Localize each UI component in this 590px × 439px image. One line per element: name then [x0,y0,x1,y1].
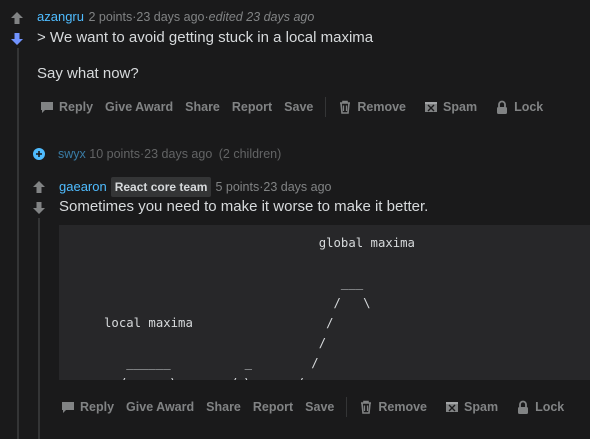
save-button[interactable]: Save [305,400,334,414]
comment-actions: Reply Give Award Share Report Save Remov… [40,97,555,117]
share-label: Share [206,400,241,414]
actions-divider [346,397,348,417]
report-button[interactable]: Report [253,400,293,414]
thread-line-1[interactable] [17,48,19,439]
lock-button[interactable]: Lock [516,400,564,415]
collapsed-author[interactable]: swyx [58,147,86,161]
arrow-down-icon [11,33,23,45]
comment-author[interactable]: gaearon [59,178,107,196]
spam-icon [446,402,459,412]
thread-line-2[interactable] [38,218,40,439]
comment-time[interactable]: 23 days ago [136,10,204,24]
share-label: Share [185,100,220,114]
code-block: global maxima ___ / \ local maxima / / _… [59,225,590,380]
downvote-button[interactable] [9,31,25,47]
upvote-button[interactable] [31,179,47,195]
upvote-button[interactable] [9,10,25,26]
reply-button[interactable]: Reply [61,400,114,414]
trash-icon [361,400,372,414]
arrow-up-icon [11,12,23,24]
comment-actions: Reply Give Award Share Report Save Remov… [61,397,576,417]
comment-body: Say what now? [37,65,139,82]
spam-icon [425,102,438,112]
lock-label: Lock [535,400,565,414]
downvote-button[interactable] [31,200,47,216]
give-award-button[interactable]: Give Award [126,400,194,414]
reply-label: Reply [59,100,94,114]
user-flair: React core team [110,177,212,197]
spam-button[interactable]: Spam [445,400,498,414]
comment-points: 5 points [215,180,260,194]
save-label: Save [284,100,314,114]
reply-label: Reply [80,400,115,414]
comment-header: azangru 2 points·23 days ago·edited 23 d… [37,8,314,26]
remove-button[interactable]: Remove [338,100,406,114]
give-award-button[interactable]: Give Award [105,100,173,114]
reply-icon [62,402,74,413]
lock-icon [518,400,529,414]
report-label: Report [252,400,294,414]
comment-time[interactable]: 23 days ago [263,178,331,196]
trash-icon [340,100,351,114]
comment-header: gaearon React core team 5 points · 23 days… [59,177,332,197]
give-award-label: Give Award [105,100,174,114]
save-button[interactable]: Save [284,100,313,114]
share-button[interactable]: Share [185,100,220,114]
spam-label: Spam [443,100,478,114]
lock-button[interactable]: Lock [495,100,543,115]
arrow-up-icon [33,181,45,193]
spam-button[interactable]: Spam [424,100,477,114]
save-label: Save [305,400,335,414]
ascii-diagram: global maxima ___ / \ local maxima / / _… [104,236,415,380]
give-award-label: Give Award [126,400,195,414]
collapsed-children: (2 children) [218,147,282,161]
remove-label: Remove [357,100,407,114]
comment-quote: > We want to avoid getting stuck in a lo… [37,29,374,46]
reply-button[interactable]: Reply [40,100,93,114]
spam-label: Spam [464,400,499,414]
collapsed-points: 10 points [89,147,140,161]
remove-label: Remove [378,400,428,414]
comment-author[interactable]: azangru [37,9,84,24]
collapsed-time[interactable]: 23 days ago [144,147,212,161]
lock-label: Lock [514,100,544,114]
share-button[interactable]: Share [206,400,241,414]
report-button[interactable]: Report [232,100,272,114]
comment-points: 2 points [88,10,133,24]
expand-button[interactable] [32,147,46,161]
arrow-down-icon [33,202,45,214]
actions-divider [325,97,327,117]
comment-body: Sometimes you need to make it worse to m… [59,198,429,215]
comment-edited: edited 23 days ago [208,10,315,24]
reply-icon [41,102,53,113]
report-label: Report [231,100,273,114]
remove-button[interactable]: Remove [359,400,427,414]
lock-icon [497,100,508,114]
collapsed-comment-header: swyx 10 points·23 days ago (2 children) [58,145,281,163]
plus-circle-icon [33,148,45,160]
